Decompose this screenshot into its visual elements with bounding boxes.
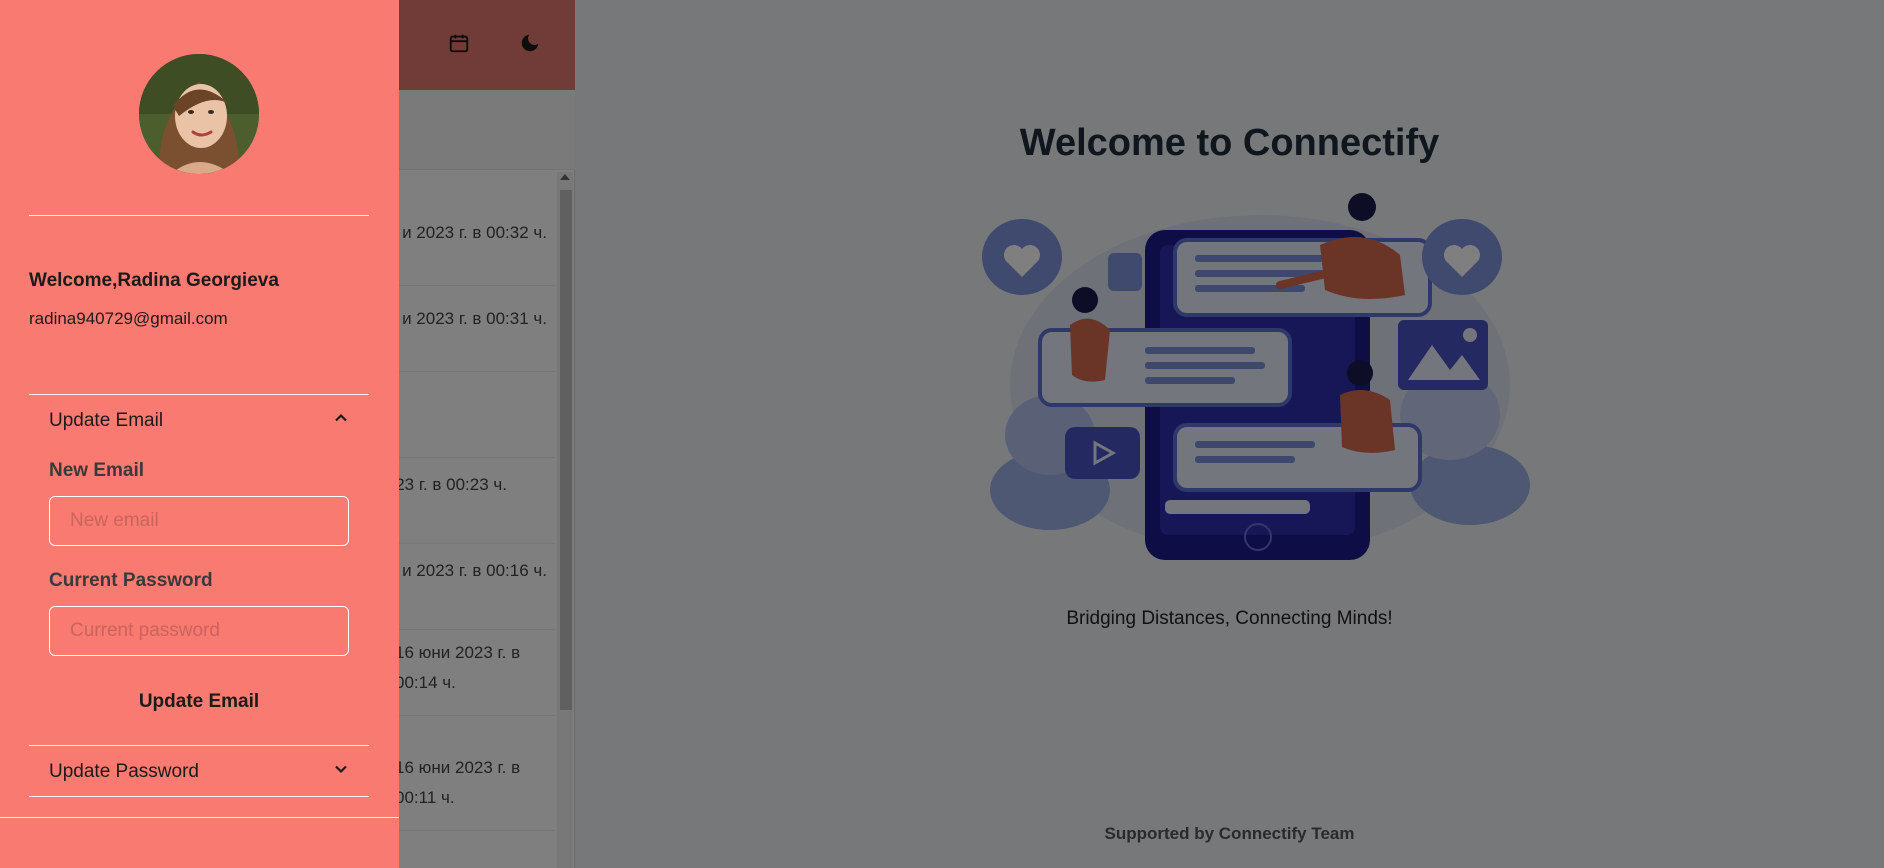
- divider: [29, 215, 369, 216]
- divider: [29, 745, 369, 746]
- chevron-down-icon: [333, 761, 349, 783]
- current-password-label: Current Password: [49, 570, 213, 591]
- divider: [29, 394, 369, 395]
- update-email-button[interactable]: Update Email: [49, 686, 349, 718]
- welcome-user-name: Welcome,Radina Georgieva: [29, 270, 279, 291]
- update-password-accordion-header[interactable]: Update Password: [49, 756, 349, 788]
- update-email-header-label: Update Email: [49, 410, 164, 431]
- chevron-up-icon: [333, 410, 349, 432]
- user-email: radina940729@gmail.com: [29, 309, 228, 328]
- divider: [0, 817, 399, 818]
- new-email-label: New Email: [49, 460, 145, 481]
- avatar: [139, 54, 259, 174]
- profile-drawer: Welcome,Radina Georgieva radina940729@gm…: [0, 0, 399, 868]
- update-email-accordion-header[interactable]: Update Email: [49, 405, 349, 437]
- new-email-input[interactable]: [49, 496, 349, 546]
- current-password-input[interactable]: [49, 606, 349, 656]
- update-password-header-label: Update Password: [49, 761, 199, 782]
- divider: [29, 796, 369, 797]
